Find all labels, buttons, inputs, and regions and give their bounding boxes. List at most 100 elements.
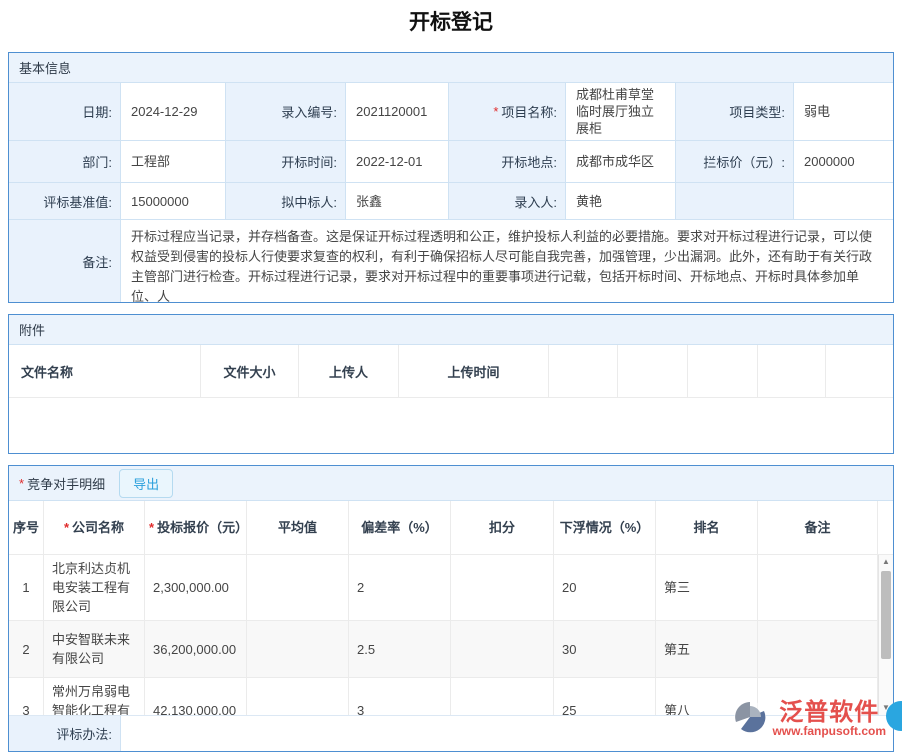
cell-average bbox=[247, 621, 349, 678]
attachments-table-header: 文件名称 文件大小 上传人 上传时间 bbox=[9, 345, 893, 398]
ceiling-price-label: 拦标价（元）: bbox=[676, 141, 794, 183]
recorder-value: 黄艳 bbox=[566, 183, 676, 220]
cell-seq: 1 bbox=[9, 555, 44, 621]
bid-open-time-value: 2022-12-01 bbox=[346, 141, 449, 183]
cell-deviation: 2 bbox=[349, 555, 451, 621]
col-empty-2 bbox=[618, 345, 688, 398]
cell-average bbox=[247, 555, 349, 621]
competitors-section-header: * 竞争对手明细 导出 bbox=[9, 466, 893, 501]
eval-benchmark-label: 评标基准值: bbox=[9, 183, 121, 220]
cell-float-down: 20 bbox=[554, 555, 656, 621]
cell-float-down: 30 bbox=[554, 621, 656, 678]
cell-float-down: 25 bbox=[554, 678, 656, 715]
col-empty-5 bbox=[826, 345, 893, 398]
col-rank: 排名 bbox=[656, 501, 758, 555]
project-type-value: 弱电 bbox=[794, 83, 893, 141]
cell-remark bbox=[758, 621, 878, 678]
col-empty-4 bbox=[758, 345, 826, 398]
eval-benchmark-value: 15000000 bbox=[121, 183, 226, 220]
cell-rank: 第五 bbox=[656, 621, 758, 678]
cell-rank: 第三 bbox=[656, 555, 758, 621]
cell-seq: 2 bbox=[9, 621, 44, 678]
ceiling-price-value: 2000000 bbox=[794, 141, 893, 183]
bid-open-time-label: 开标时间: bbox=[226, 141, 346, 183]
basic-info-section: 基本信息 日期: 2024-12-29 录入编号: 2021120001 * 项… bbox=[8, 52, 894, 303]
cell-seq: 3 bbox=[9, 678, 44, 715]
cell-average bbox=[247, 678, 349, 715]
col-file-size: 文件大小 bbox=[201, 345, 299, 398]
competitors-table-header: 序号 * 公司名称 * 投标报价（元） 平均值 偏差率（%） 扣分 下浮情况（%… bbox=[9, 501, 893, 555]
export-button[interactable]: 导出 bbox=[119, 469, 173, 498]
col-company: * 公司名称 bbox=[44, 501, 145, 555]
basic-info-form: 日期: 2024-12-29 录入编号: 2021120001 * 项目名称: … bbox=[9, 83, 893, 302]
cell-bid-price: 2,300,000.00 bbox=[145, 555, 247, 621]
cell-company: 北京利达贞机电安装工程有限公司 bbox=[44, 555, 145, 621]
scroll-up-icon[interactable]: ▲ bbox=[879, 555, 893, 569]
bid-open-place-value: 成都市成华区 bbox=[566, 141, 676, 183]
col-uploader: 上传人 bbox=[299, 345, 399, 398]
scrollbar-thumb[interactable] bbox=[881, 571, 891, 659]
required-asterisk: * bbox=[493, 104, 498, 119]
col-bid-price: * 投标报价（元） bbox=[145, 501, 247, 555]
col-upload-time: 上传时间 bbox=[399, 345, 549, 398]
col-float-down: 下浮情况（%） bbox=[554, 501, 656, 555]
competitors-section: * 竞争对手明细 导出 序号 * 公司名称 * 投标报价（元） 平均值 偏差率（… bbox=[8, 465, 894, 752]
competitors-table-body: 1 北京利达贞机电安装工程有限公司 2,300,000.00 2 20 第三 2… bbox=[9, 555, 893, 715]
attachments-section: 附件 文件名称 文件大小 上传人 上传时间 bbox=[8, 314, 894, 454]
col-empty-1 bbox=[549, 345, 618, 398]
col-seq: 序号 bbox=[9, 501, 44, 555]
col-bid-price-text: 投标报价（元） bbox=[157, 519, 242, 537]
attachments-section-header: 附件 bbox=[9, 315, 893, 345]
entry-no-label: 录入编号: bbox=[226, 83, 346, 141]
vertical-scrollbar[interactable]: ▲ ▼ bbox=[878, 555, 893, 715]
cell-company: 常州万帛弱电智能化工程有限公司 bbox=[44, 678, 145, 715]
col-remark: 备注 bbox=[758, 501, 878, 555]
col-average: 平均值 bbox=[247, 501, 349, 555]
remarks-label: 备注: bbox=[9, 220, 121, 302]
bid-open-place-label: 开标地点: bbox=[449, 141, 566, 183]
cell-deduction bbox=[451, 678, 554, 715]
table-row: 2 中安智联未来有限公司 36,200,000.00 2.5 30 第五 bbox=[9, 621, 878, 678]
col-deduction: 扣分 bbox=[451, 501, 554, 555]
recorder-label: 录入人: bbox=[449, 183, 566, 220]
project-name-label-text: 项目名称: bbox=[501, 102, 557, 121]
cell-company: 中安智联未来有限公司 bbox=[44, 621, 145, 678]
entry-no-value: 2021120001 bbox=[346, 83, 449, 141]
date-value: 2024-12-29 bbox=[121, 83, 226, 141]
cell-rank: 第八 bbox=[656, 678, 758, 715]
attachments-empty-body bbox=[9, 398, 893, 453]
cell-deviation: 3 bbox=[349, 678, 451, 715]
basic-info-section-title: 基本信息 bbox=[19, 58, 71, 77]
project-name-value: 成都杜甫草堂临时展厅独立展柜 bbox=[566, 83, 676, 141]
required-asterisk: * bbox=[64, 519, 69, 537]
project-type-label: 项目类型: bbox=[676, 83, 794, 141]
required-asterisk: * bbox=[19, 476, 24, 491]
remarks-value: 开标过程应当记录，并存档备查。这是保证开标过程透明和公正，维护投标人利益的必要措… bbox=[121, 220, 893, 302]
col-empty-3 bbox=[688, 345, 758, 398]
table-row: 1 北京利达贞机电安装工程有限公司 2,300,000.00 2 20 第三 bbox=[9, 555, 878, 621]
proposed-winner-value: 张鑫 bbox=[346, 183, 449, 220]
col-company-text: 公司名称 bbox=[72, 519, 124, 537]
cell-bid-price: 42,130,000.00 bbox=[145, 678, 247, 715]
table-row: 3 常州万帛弱电智能化工程有限公司 42,130,000.00 3 25 第八 bbox=[9, 678, 878, 715]
col-file-name: 文件名称 bbox=[9, 345, 201, 398]
competitors-section-title: 竞争对手明细 bbox=[27, 474, 105, 493]
eval-method-label: 评标办法: bbox=[9, 716, 121, 751]
attachments-section-title: 附件 bbox=[19, 320, 45, 339]
cell-deviation: 2.5 bbox=[349, 621, 451, 678]
basic-info-section-header: 基本信息 bbox=[9, 53, 893, 83]
cell-remark bbox=[758, 678, 878, 715]
col-deviation: 偏差率（%） bbox=[349, 501, 451, 555]
department-value: 工程部 bbox=[121, 141, 226, 183]
eval-method-value bbox=[121, 716, 893, 751]
cell-deduction bbox=[451, 621, 554, 678]
date-label: 日期: bbox=[9, 83, 121, 141]
required-asterisk: * bbox=[149, 519, 154, 537]
project-name-label: * 项目名称: bbox=[449, 83, 566, 141]
empty-label-cell bbox=[676, 183, 794, 220]
empty-value-cell bbox=[794, 183, 893, 220]
cell-deduction bbox=[451, 555, 554, 621]
cell-remark bbox=[758, 555, 878, 621]
proposed-winner-label: 拟中标人: bbox=[226, 183, 346, 220]
cell-bid-price: 36,200,000.00 bbox=[145, 621, 247, 678]
